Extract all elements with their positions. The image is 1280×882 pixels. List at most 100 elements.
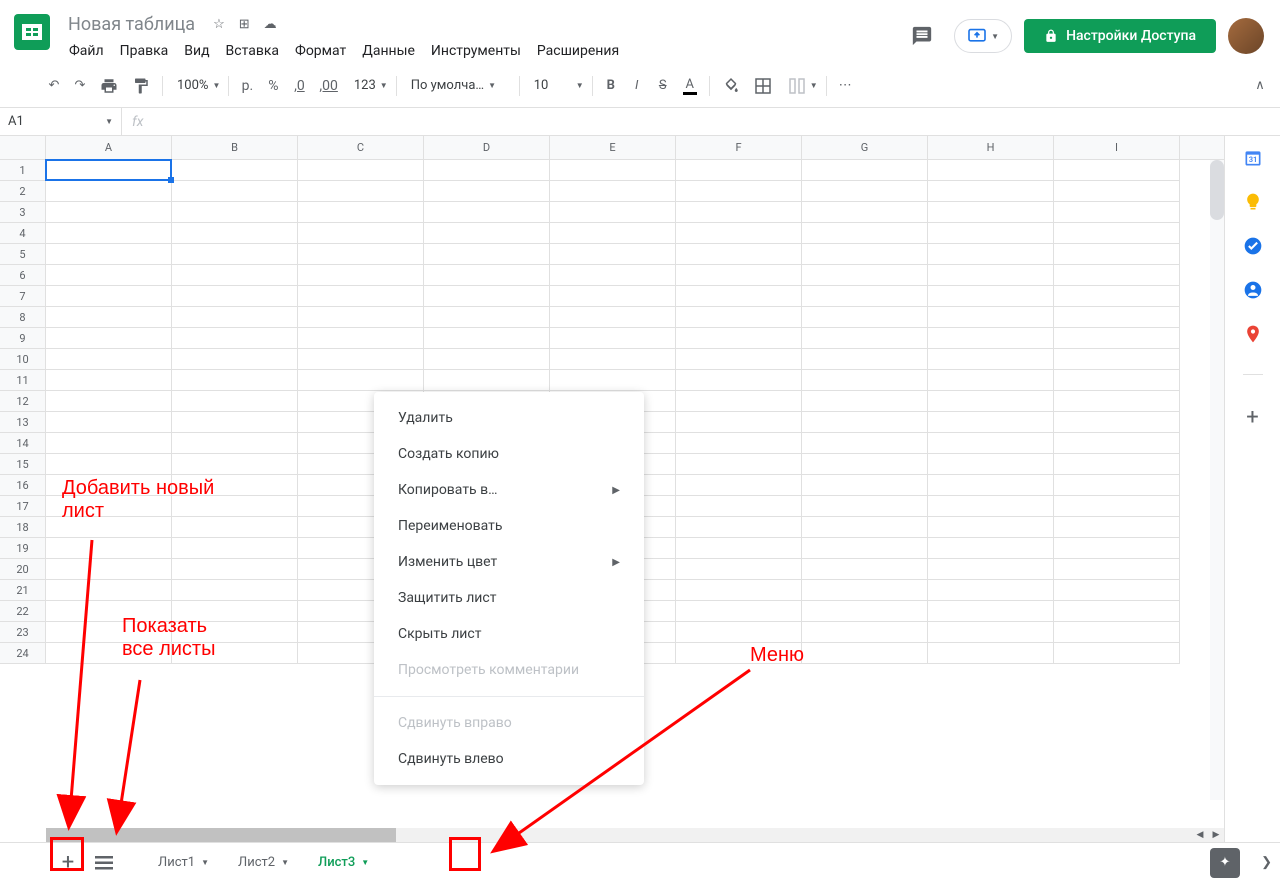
row-header[interactable]: 16 bbox=[0, 475, 46, 496]
row-header[interactable]: 22 bbox=[0, 601, 46, 622]
cell[interactable] bbox=[424, 265, 550, 286]
name-box[interactable]: A1▼ bbox=[0, 108, 122, 135]
cell[interactable] bbox=[928, 202, 1054, 223]
cell[interactable] bbox=[46, 559, 172, 580]
cell[interactable] bbox=[46, 496, 172, 517]
cell[interactable] bbox=[928, 370, 1054, 391]
menu-вставка[interactable]: Вставка bbox=[219, 39, 286, 63]
cell[interactable] bbox=[172, 286, 298, 307]
cell[interactable] bbox=[298, 223, 424, 244]
cell[interactable] bbox=[676, 244, 802, 265]
row-header[interactable]: 3 bbox=[0, 202, 46, 223]
cell[interactable] bbox=[298, 370, 424, 391]
font-select[interactable]: По умолча…▼ bbox=[403, 74, 513, 97]
cell[interactable] bbox=[1054, 580, 1180, 601]
font-size-select[interactable]: 10▼ bbox=[526, 74, 586, 97]
row-header[interactable]: 1 bbox=[0, 160, 46, 181]
cell[interactable] bbox=[550, 244, 676, 265]
cell[interactable] bbox=[46, 517, 172, 538]
cell[interactable] bbox=[550, 286, 676, 307]
cell[interactable] bbox=[1054, 601, 1180, 622]
cell[interactable] bbox=[46, 580, 172, 601]
cell[interactable] bbox=[1054, 202, 1180, 223]
cell[interactable] bbox=[550, 160, 676, 181]
zoom-select[interactable]: 100%▼ bbox=[169, 74, 222, 97]
cell[interactable] bbox=[802, 202, 928, 223]
cell[interactable] bbox=[46, 433, 172, 454]
cell[interactable] bbox=[46, 307, 172, 328]
cell[interactable] bbox=[172, 559, 298, 580]
cell[interactable] bbox=[172, 391, 298, 412]
currency-button[interactable]: р. bbox=[235, 72, 259, 100]
cell[interactable] bbox=[46, 412, 172, 433]
cell[interactable] bbox=[1054, 454, 1180, 475]
cell[interactable] bbox=[1054, 391, 1180, 412]
cell[interactable] bbox=[802, 643, 928, 664]
row-header[interactable]: 13 bbox=[0, 412, 46, 433]
cell[interactable] bbox=[928, 349, 1054, 370]
menu-вид[interactable]: Вид bbox=[177, 39, 216, 63]
cell[interactable] bbox=[172, 496, 298, 517]
menu-правка[interactable]: Правка bbox=[113, 39, 176, 63]
cell[interactable] bbox=[928, 475, 1054, 496]
cell[interactable] bbox=[46, 181, 172, 202]
cell[interactable] bbox=[550, 202, 676, 223]
cell[interactable] bbox=[46, 475, 172, 496]
context-menu-item[interactable]: Переименовать bbox=[374, 508, 644, 544]
horizontal-scrollbar[interactable]: ◀▶ bbox=[46, 828, 1224, 842]
sheet-tab-menu-caret[interactable]: ▼ bbox=[201, 858, 209, 867]
cell[interactable] bbox=[1054, 265, 1180, 286]
cell[interactable] bbox=[46, 370, 172, 391]
row-header[interactable]: 8 bbox=[0, 307, 46, 328]
cell[interactable] bbox=[172, 160, 298, 181]
column-header[interactable]: F bbox=[676, 136, 802, 159]
cell[interactable] bbox=[802, 433, 928, 454]
cell[interactable] bbox=[802, 622, 928, 643]
cell[interactable] bbox=[172, 349, 298, 370]
cell[interactable] bbox=[172, 643, 298, 664]
percent-button[interactable]: % bbox=[261, 72, 285, 100]
cell[interactable] bbox=[424, 244, 550, 265]
cell[interactable] bbox=[928, 433, 1054, 454]
cell[interactable] bbox=[46, 538, 172, 559]
row-header[interactable]: 12 bbox=[0, 391, 46, 412]
context-menu-item[interactable]: Защитить лист bbox=[374, 580, 644, 616]
cell[interactable] bbox=[802, 601, 928, 622]
cell[interactable] bbox=[550, 307, 676, 328]
cell[interactable] bbox=[46, 328, 172, 349]
sheet-tab-menu-caret[interactable]: ▼ bbox=[361, 858, 369, 867]
cell[interactable] bbox=[928, 643, 1054, 664]
menu-данные[interactable]: Данные bbox=[355, 39, 422, 63]
cell[interactable] bbox=[298, 349, 424, 370]
column-header[interactable]: A bbox=[46, 136, 172, 159]
context-menu-item[interactable]: Сдвинуть влево bbox=[374, 741, 644, 777]
context-menu-item[interactable]: Удалить bbox=[374, 400, 644, 436]
cell[interactable] bbox=[802, 307, 928, 328]
present-button[interactable]: ▼ bbox=[954, 19, 1012, 53]
cell[interactable] bbox=[46, 391, 172, 412]
sheet-tab[interactable]: Лист2▼ bbox=[222, 845, 302, 881]
column-header[interactable]: E bbox=[550, 136, 676, 159]
cell[interactable] bbox=[1054, 307, 1180, 328]
menu-инструменты[interactable]: Инструменты bbox=[424, 39, 528, 63]
cell[interactable] bbox=[676, 538, 802, 559]
cell[interactable] bbox=[802, 328, 928, 349]
cell[interactable] bbox=[676, 286, 802, 307]
contacts-icon[interactable] bbox=[1243, 280, 1263, 300]
cell[interactable] bbox=[172, 328, 298, 349]
cell[interactable] bbox=[424, 349, 550, 370]
row-header[interactable]: 10 bbox=[0, 349, 46, 370]
cell[interactable] bbox=[802, 160, 928, 181]
context-menu-item[interactable]: Скрыть лист bbox=[374, 616, 644, 652]
increase-decimal-button[interactable]: ,00 bbox=[313, 72, 344, 100]
row-header[interactable]: 18 bbox=[0, 517, 46, 538]
sheets-logo[interactable] bbox=[12, 12, 52, 52]
cell[interactable] bbox=[46, 643, 172, 664]
add-addon-icon[interactable]: + bbox=[1243, 405, 1263, 425]
row-header[interactable]: 21 bbox=[0, 580, 46, 601]
cell[interactable] bbox=[1054, 559, 1180, 580]
strikethrough-button[interactable]: S bbox=[651, 72, 675, 99]
cell[interactable] bbox=[928, 517, 1054, 538]
cell[interactable] bbox=[1054, 370, 1180, 391]
cell[interactable] bbox=[676, 391, 802, 412]
